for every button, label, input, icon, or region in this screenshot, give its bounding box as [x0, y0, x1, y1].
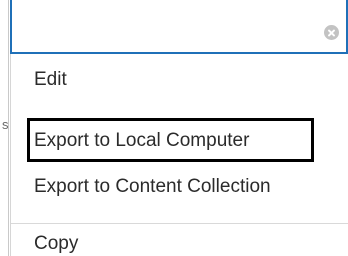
background-page-text: s	[2, 117, 9, 132]
clear-icon[interactable]	[324, 25, 339, 40]
screenshot-frame: s Edit Export to Local Computer Export t…	[0, 0, 348, 256]
background-page-edge: s	[0, 0, 9, 256]
menu-item-export-content-collection[interactable]: Export to Content Collection	[34, 177, 271, 196]
menu-item-export-local-computer[interactable]: Export to Local Computer	[34, 131, 249, 150]
menu-divider	[11, 223, 348, 224]
search-field[interactable]	[10, 0, 348, 54]
menu-item-edit[interactable]: Edit	[34, 70, 67, 89]
menu-item-copy[interactable]: Copy	[34, 234, 78, 253]
